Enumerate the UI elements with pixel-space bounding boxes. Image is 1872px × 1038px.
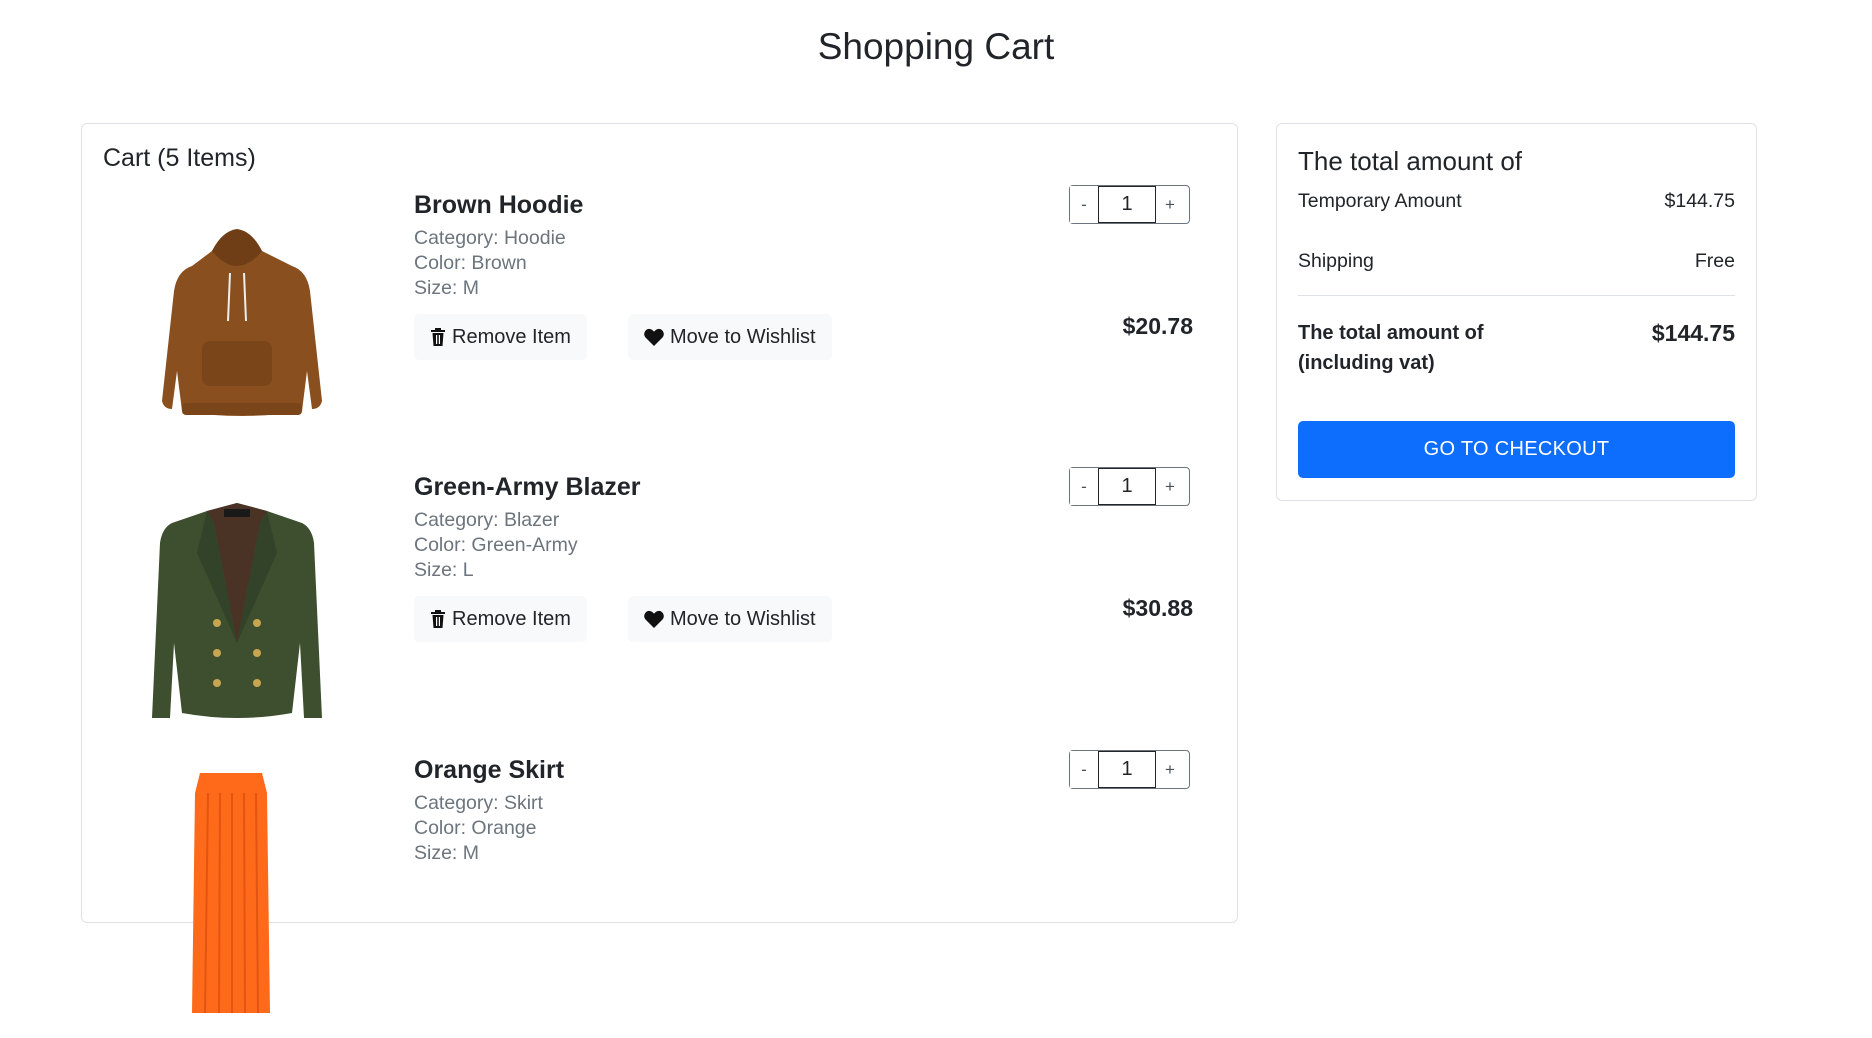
temporary-amount-value: $144.75	[1664, 190, 1736, 212]
summary-divider	[1298, 295, 1735, 296]
heart-icon	[644, 610, 664, 628]
page-title: Shopping Cart	[817, 26, 1055, 67]
increase-quantity-button[interactable]: +	[1156, 751, 1184, 788]
total-value: $144.75	[1651, 320, 1735, 346]
quantity-stepper: - +	[1069, 467, 1190, 506]
item-price: $20.78	[1122, 313, 1193, 339]
cart-item: Orange Skirt Category: Skirt Color: Oran…	[82, 750, 1237, 1038]
shipping-label: Shipping	[1298, 250, 1374, 272]
decrease-quantity-button[interactable]: -	[1070, 186, 1098, 223]
remove-item-button[interactable]: Remove Item	[414, 314, 587, 360]
move-to-wishlist-label: Move to Wishlist	[670, 607, 816, 630]
shipping-row: Shipping Free	[1298, 250, 1735, 273]
quantity-stepper: - +	[1069, 750, 1190, 789]
remove-item-button[interactable]: Remove Item	[414, 596, 587, 642]
item-price: $30.88	[1122, 595, 1193, 621]
item-name: Orange Skirt	[414, 756, 565, 784]
item-name: Brown Hoodie	[414, 191, 584, 219]
decrease-quantity-button[interactable]: -	[1070, 468, 1098, 505]
increase-quantity-button[interactable]: +	[1156, 468, 1184, 505]
item-category: Category: Hoodie	[414, 227, 566, 249]
trash-icon	[431, 610, 445, 628]
move-to-wishlist-button[interactable]: Move to Wishlist	[628, 314, 832, 360]
order-summary-panel: The total amount of Temporary Amount $14…	[1276, 123, 1757, 501]
item-category: Category: Skirt	[414, 792, 543, 814]
temporary-amount-row: Temporary Amount $144.75	[1298, 190, 1735, 213]
item-size: Size: M	[414, 842, 480, 864]
remove-item-label: Remove Item	[452, 325, 571, 348]
move-to-wishlist-label: Move to Wishlist	[670, 325, 816, 348]
increase-quantity-button[interactable]: +	[1156, 186, 1184, 223]
decrease-quantity-button[interactable]: -	[1070, 751, 1098, 788]
quantity-input[interactable]	[1098, 186, 1156, 223]
item-name: Green-Army Blazer	[414, 473, 641, 501]
brown-hoodie-image	[162, 229, 322, 416]
heart-icon	[644, 328, 664, 346]
cart-panel: Cart (5 Items) Brown Hoodie Category: Ho…	[81, 123, 1238, 1013]
green-army-blazer-image	[152, 503, 322, 718]
quantity-stepper: - +	[1069, 185, 1190, 224]
trash-icon	[431, 328, 445, 346]
cart-heading: Cart (5 Items)	[103, 144, 256, 172]
temporary-amount-label: Temporary Amount	[1298, 190, 1462, 212]
item-color: Color: Brown	[414, 252, 527, 274]
orange-skirt-image	[192, 773, 270, 1013]
cart-item: Brown Hoodie Category: Hoodie Color: Bro…	[82, 185, 1237, 473]
cart-item: Green-Army Blazer Category: Blazer Color…	[82, 467, 1237, 755]
summary-title: The total amount of	[1298, 146, 1523, 176]
item-color: Color: Green-Army	[414, 534, 578, 556]
checkout-button[interactable]: GO TO CHECKOUT	[1298, 421, 1735, 478]
shipping-value: Free	[1694, 250, 1735, 272]
item-size: Size: L	[414, 559, 474, 581]
total-label: The total amount of (including vat)	[1298, 322, 1484, 374]
item-category: Category: Blazer	[414, 509, 560, 531]
remove-item-label: Remove Item	[452, 607, 571, 630]
item-color: Color: Orange	[414, 817, 537, 839]
quantity-input[interactable]	[1098, 751, 1156, 788]
move-to-wishlist-button[interactable]: Move to Wishlist	[628, 596, 832, 642]
quantity-input[interactable]	[1098, 468, 1156, 505]
item-size: Size: M	[414, 277, 480, 299]
